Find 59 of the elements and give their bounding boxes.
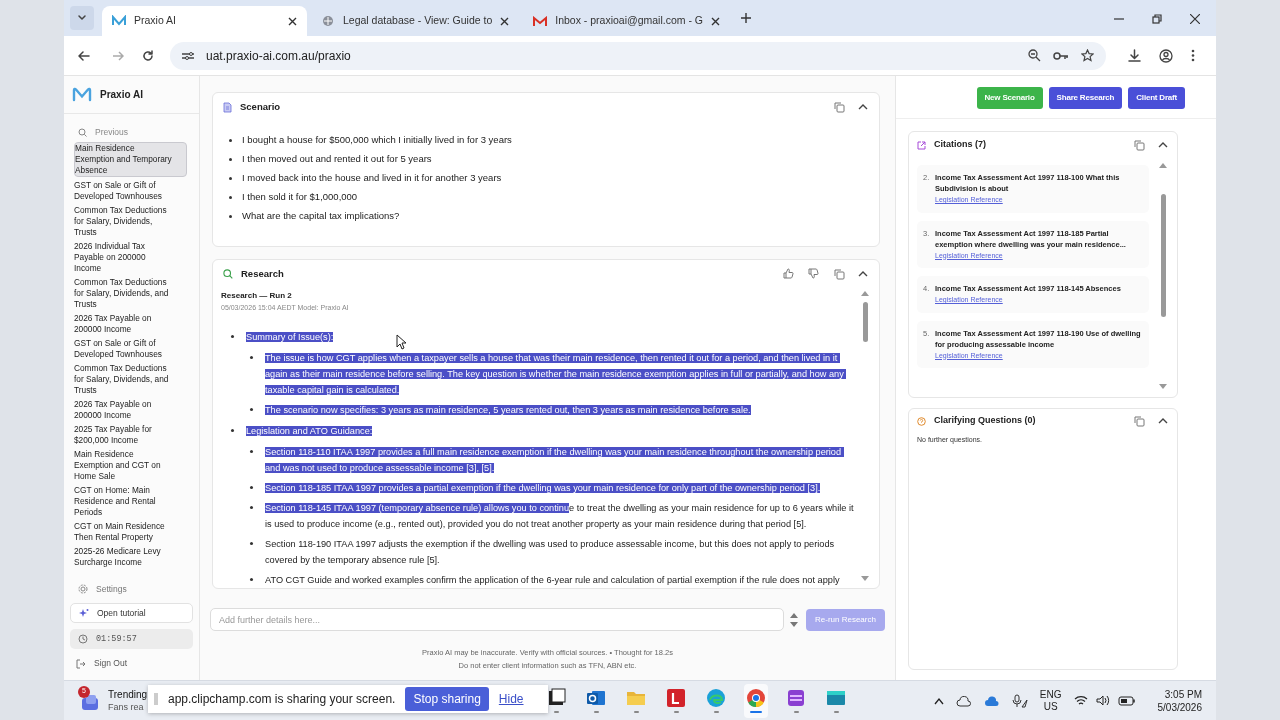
- history-item[interactable]: Main Residence Exemption and CGT on Home Sale: [74, 448, 174, 482]
- history-item[interactable]: Common Tax Deductions for Salary, Dividends, Trusts: [74, 204, 174, 238]
- history-item[interactable]: 2026 Individual Tax Payable on 200000 Income: [74, 240, 174, 274]
- hide-link[interactable]: Hide: [498, 690, 524, 708]
- history-item[interactable]: Main Residence Exemption and Temporary Absence: [74, 141, 187, 177]
- action-button[interactable]: Share Research: [1048, 87, 1123, 109]
- research-text: Section 118-190 ITAA 1997 adjusts the exemption if the dwelling was used to produce assessable income, but this does not apply to periods covered by the temporary absence rule [5].: [265, 538, 836, 567]
- settings-link[interactable]: Settings: [96, 582, 127, 596]
- region-text: US: [1043, 700, 1058, 713]
- research-text: Legislation and ATO Guidance:: [246, 425, 373, 438]
- history-item[interactable]: CGT on Home: Main Residence and Rental Periods: [74, 484, 174, 518]
- language-indicator[interactable]: ENG US: [1039, 688, 1062, 713]
- history-item[interactable]: CGT on Main Residence Then Rental Property: [74, 520, 174, 543]
- research-text: Section 118-110 ITAA 1997 provides a full main residence exemption if the dwelling was your main residence throughout the ownership period and was not used to produce assessable income [3], [5].: [265, 446, 845, 475]
- history-search-label: Previous: [95, 126, 129, 139]
- language-text: ENG: [1039, 688, 1062, 701]
- clock[interactable]: 3:05 PM 5/03/2026: [1157, 687, 1202, 714]
- run-title: Research — Run 2: [221, 289, 292, 302]
- stop-sharing-button[interactable]: Stop sharing: [405, 687, 489, 711]
- open-tutorial-button[interactable]: Open tutorial: [70, 603, 193, 624]
- history-item[interactable]: 2026 Tax Payable on 200000 Income: [74, 312, 174, 335]
- history-item[interactable]: Common Tax Deductions for Salary, Dividends, and Trusts: [74, 276, 174, 310]
- widget-subtitle: Fans rea: [108, 700, 145, 713]
- action-button[interactable]: Client Draft: [1128, 87, 1185, 109]
- history-item[interactable]: GST on Sale or Gift of Developed Townhouses: [74, 337, 174, 360]
- time-text: 3:05 PM: [1164, 687, 1202, 701]
- brand-name: Praxio AI: [100, 88, 143, 102]
- browser-tab[interactable]: Legal database - View: Guide to: [311, 6, 520, 36]
- scenario-bullet: I moved back into the house and lived in it for another 3 years: [242, 171, 502, 185]
- details-field[interactable]: Add further details here...: [210, 608, 784, 631]
- scenario-bullet: I bought a house for $500,000 which I initially lived in for 3 years: [242, 133, 512, 147]
- card-title: Research: [241, 266, 285, 281]
- date-text: 5/03/2026: [1157, 700, 1202, 714]
- research-text: Section 118-185 ITAA 1997 provides a partial exemption if the dwelling was your main residence for only part of the ownership period [3].: [265, 482, 821, 495]
- scenario-bullet: I then sold it for $1,000,000: [242, 190, 358, 204]
- card-title: Clarifying Questions (0): [934, 414, 1037, 428]
- scenario-bullet: What are the capital tax implications?: [242, 209, 400, 223]
- tab-title: Praxio AI: [134, 13, 178, 29]
- history-item[interactable]: 2025 Tax Payable for $200,000 Income: [74, 423, 174, 446]
- widget-title: Trending: [108, 688, 148, 701]
- address-bar[interactable]: uat.praxio-ai.com.au/praxio: [170, 41, 1106, 70]
- research-text: Summary of Issue(s):: [246, 331, 334, 344]
- history-item[interactable]: Common Tax Deductions for Salary, Dividends, and Trusts: [74, 362, 174, 396]
- research-text: The scenario now specifies: 3 years as main residence, 5 years rented out, then 3 years as main residence before sale.: [265, 404, 751, 417]
- browser-tab[interactable]: Praxio AI: [102, 6, 307, 36]
- history-item[interactable]: GST on Sale or Gift of Developed Townhouses: [74, 179, 174, 202]
- history-item[interactable]: 2025-26 Medicare Levy Surcharge Income: [74, 545, 174, 568]
- scenario-bullet: I then moved out and rented it out for 5 years: [242, 152, 432, 166]
- share-message: app.clipchamp.com is sharing your screen.: [168, 691, 396, 708]
- browser-tab[interactable]: Inbox - praxioai@gmail.com - G: [523, 6, 731, 36]
- url-text: uat.praxio-ai.com.au/praxio: [206, 47, 352, 65]
- history-item[interactable]: 2026 Tax Payable on 200000 Income: [74, 398, 174, 421]
- research-text: ATO CGT Guide and worked examples confirm the application of the 6-year rule and calculation of partial exemption if the rule does not apply: [265, 574, 840, 587]
- card-title: Citations (7): [934, 138, 987, 152]
- card-title: Scenario: [240, 99, 282, 114]
- tab-title: Legal database - View: Guide to: [343, 13, 493, 29]
- sign-out-link[interactable]: Sign Out: [94, 657, 128, 670]
- timer-text: 01:59:57: [96, 632, 137, 646]
- tab-title: Inbox - praxioai@gmail.com - G: [555, 13, 704, 29]
